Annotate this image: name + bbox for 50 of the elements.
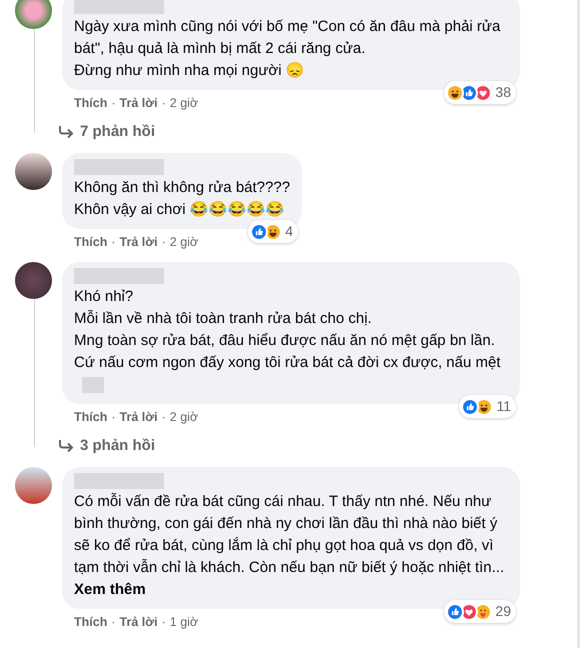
- comment-time[interactable]: 1 giờ: [170, 613, 198, 632]
- comment-text: Có mỗi vấn đề rửa bát cũng cái nhau. T thấy ntn nhé. Nếu như bình thường, con gái đến nhà ny chơi lần đầu thì nhà nào biết ý sẽ ko để rửa bát, cùng lắm là chỉ phụ gọt hoa quả vs dọn đồ, vì tạm thời vẫn chỉ là khách. Còn nếu bạn nữ biết ý hoặc nhiệt tìn... Xem thêm: [74, 493, 504, 598]
- thumbs-up-icon: [461, 398, 480, 416]
- separator-dot: ·: [111, 614, 116, 632]
- reply-link[interactable]: Trả lời: [120, 94, 158, 113]
- avatar[interactable]: [15, 467, 52, 504]
- like-link[interactable]: Thích: [74, 94, 108, 113]
- reaction-summary[interactable]: 11: [459, 395, 516, 418]
- view-replies-button[interactable]: 3 phản hồi: [58, 434, 155, 458]
- reply-arrow-icon: [58, 125, 74, 139]
- laughing-face-icon: [446, 84, 464, 102]
- reply-link[interactable]: Trả lời: [120, 408, 158, 427]
- like-link[interactable]: Thích: [74, 408, 108, 427]
- separator-dot: ·: [162, 409, 166, 426]
- reply-arrow-icon: [58, 439, 74, 453]
- avatar[interactable]: [15, 262, 52, 299]
- laughing-face-icon: [475, 398, 494, 416]
- reaction-count: 11: [496, 397, 511, 416]
- separator-dot: ·: [162, 95, 166, 112]
- thumbs-up-icon: [460, 84, 478, 102]
- reaction-summary[interactable]: 4: [248, 220, 298, 244]
- reaction-count: 4: [285, 222, 294, 242]
- avatar[interactable]: [15, 153, 52, 190]
- separator-dot: ·: [111, 409, 116, 426]
- hugging-face-icon: [474, 602, 492, 621]
- reply-link[interactable]: Trả lời: [120, 233, 158, 252]
- comment-text: Ngày xưa mình cũng nói với bố mẹ "Con có ăn đâu mà phải rửa bát", hậu quả là mình bị mất 2 cái răng cửa. Đừng như mình nha mọi người 😞: [74, 18, 500, 79]
- heart-icon: [474, 84, 492, 102]
- comment-time[interactable]: 2 giờ: [170, 94, 198, 113]
- view-replies-button[interactable]: 7 phản hồi: [58, 120, 155, 144]
- heart-icon: [460, 602, 478, 621]
- reaction-summary[interactable]: 38: [444, 81, 516, 104]
- comment-time[interactable]: 2 giờ: [170, 408, 198, 427]
- reaction-count: 38: [495, 83, 511, 102]
- like-link[interactable]: Thích: [74, 613, 108, 632]
- see-more-link[interactable]: Xem thêm: [74, 581, 146, 598]
- separator-dot: ·: [162, 614, 166, 632]
- reaction-count: 29: [495, 602, 511, 622]
- separator-dot: ·: [111, 234, 116, 252]
- thumbs-up-icon: [446, 602, 464, 621]
- laughing-face-icon: [264, 222, 282, 241]
- reaction-summary[interactable]: 29: [444, 600, 516, 624]
- comment-text: Không ăn thì không rửa bát???? Khôn vậy ai chơi 😂😂😂😂😂: [74, 179, 290, 218]
- like-link[interactable]: Thích: [74, 233, 108, 252]
- reply-link[interactable]: Trả lời: [120, 613, 158, 632]
- comment-time[interactable]: 2 giờ: [170, 233, 198, 252]
- thumbs-up-icon: [250, 222, 268, 241]
- separator-dot: ·: [162, 234, 166, 252]
- comment-text: Khó nhỉ? Mỗi lần về nhà tôi toàn tranh rửa bát cho chị. Mng toàn sợ rửa bát, đâu hiểu được nấu ăn nó mệt gấp bn lần. Cứ nấu cơm ngon đấy xong tôi rửa bát cả đời cx được, nấu mệt: [74, 288, 501, 371]
- separator-dot: ·: [111, 95, 116, 112]
